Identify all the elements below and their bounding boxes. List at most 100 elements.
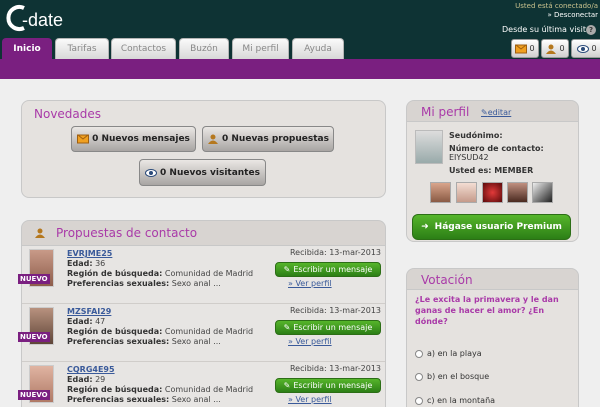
messages-counter[interactable]: 0 <box>511 39 539 58</box>
header: -date Usted está conectado/a » Desconect… <box>0 0 600 38</box>
age-label: Edad: <box>67 317 93 326</box>
write-message-button[interactable]: ✎ Escribir un mensaje <box>275 320 381 335</box>
contact-number-value: EIYSUD42 <box>449 153 489 162</box>
propuestas-title: Propuestas de contacto <box>56 226 198 240</box>
radio-button[interactable] <box>415 372 423 381</box>
messages-count: 0 <box>529 44 535 53</box>
gallery-photo[interactable] <box>430 182 451 203</box>
edit-label: editar <box>487 108 512 117</box>
visitors-count: 0 <box>591 44 597 53</box>
votacion-header: Votación <box>406 268 579 290</box>
poll-option[interactable]: c) en la montaña <box>415 396 495 405</box>
write-message-label: Escribir un mensaje <box>293 381 373 390</box>
new-proposals-button[interactable]: 0 Nuevas propuestas <box>202 126 334 152</box>
new-messages-button[interactable]: 0 Nuevos mensajes <box>71 126 196 152</box>
prefs-label: Preferencias sexuales: <box>67 337 170 346</box>
age-value: 47 <box>95 317 106 326</box>
purple-banner <box>0 59 600 79</box>
received-date: Recibida: 13-mar-2013 <box>289 248 381 257</box>
new-visitors-button[interactable]: 0 Nuevos visitantes <box>139 159 266 186</box>
received-date: Recibida: 13-mar-2013 <box>289 364 381 373</box>
gallery-photo[interactable] <box>532 182 553 203</box>
session-info: Usted está conectado/a » Desconectar <box>515 2 598 20</box>
perfil-header: Mi perfil ✎editar <box>406 100 579 122</box>
person-icon <box>208 134 218 144</box>
help-icon[interactable]: ? <box>586 25 596 35</box>
poll-option[interactable]: b) en el bosque <box>415 372 489 381</box>
nickname-link[interactable]: CQRG4E95 <box>67 365 115 374</box>
new-badge: NUEVO <box>18 332 50 342</box>
perfil-body: Seudónimo: Número de contacto: EIYSUD42 … <box>406 122 579 242</box>
option-label: a) en la playa <box>427 349 482 358</box>
new-badge: NUEVO <box>18 390 50 400</box>
nickname-link[interactable]: EVRJME25 <box>67 249 112 258</box>
new-proposals-label: 0 Nuevas propuestas <box>222 134 329 144</box>
propuestas-header: Propuestas de contacto <box>21 220 386 246</box>
prefs-label: Preferencias sexuales: <box>67 395 170 404</box>
visitors-counter[interactable]: 0 <box>571 39 600 58</box>
tab-buzon[interactable]: Buzón <box>179 38 229 59</box>
contact-number-label: Número de contacto: <box>449 144 544 153</box>
svg-text:-date: -date <box>22 10 63 30</box>
radio-button[interactable] <box>415 349 423 358</box>
perfil-title: Mi perfil <box>421 105 470 119</box>
tab-tarifas[interactable]: Tarifas <box>55 38 109 59</box>
proposals-counter[interactable]: 0 <box>541 39 569 58</box>
activity-counters: 0 0 0 <box>511 39 600 58</box>
eye-icon <box>145 168 158 177</box>
edit-profile-link[interactable]: ✎editar <box>481 108 511 117</box>
gallery-photo[interactable] <box>507 182 528 203</box>
premium-label: Hágase usuario Premium <box>434 222 562 232</box>
tab-ayuda[interactable]: Ayuda <box>292 38 344 59</box>
age-label: Edad: <box>67 375 93 384</box>
pencil-icon: ✎ <box>481 108 488 117</box>
region-value: Comunidad de Madrid <box>164 385 254 394</box>
radio-button[interactable] <box>415 396 423 405</box>
c-date-logo[interactable]: -date <box>2 2 86 34</box>
region-value: Comunidad de Madrid <box>164 327 254 336</box>
envelope-icon <box>77 134 90 144</box>
write-message-button[interactable]: ✎ Escribir un mensaje <box>275 378 381 393</box>
prefs-value: Sexo anal ... <box>171 395 221 404</box>
person-icon <box>546 44 557 54</box>
envelope-icon <box>515 44 528 53</box>
region-label: Región de búsqueda: <box>67 327 163 336</box>
write-message-label: Escribir un mensaje <box>293 323 373 332</box>
proposals-count: 0 <box>559 44 565 53</box>
gallery-photo[interactable] <box>482 182 503 203</box>
propuestas-list: NUEVO EVRJME25 Edad: 36 Región de búsque… <box>18 246 386 407</box>
prefs-value: Sexo anal ... <box>171 337 221 346</box>
view-profile-link[interactable]: » Ver perfil <box>288 395 332 404</box>
since-last-visit-label: Desde su última visita <box>502 25 591 34</box>
tab-inicio[interactable]: Inicio <box>2 38 52 60</box>
option-label: b) en el bosque <box>427 372 490 381</box>
votacion-body: ¿Le excita la primavera y le dan ganas d… <box>406 290 579 407</box>
premium-button[interactable]: ➜ Hágase usuario Premium <box>412 214 571 240</box>
gallery-photo[interactable] <box>456 182 477 203</box>
user-type: Usted es: MEMBER <box>449 166 534 175</box>
tab-mi-perfil[interactable]: Mi perfil <box>232 38 289 59</box>
write-message-button[interactable]: ✎ Escribir un mensaje <box>275 262 381 277</box>
eye-icon <box>577 44 590 53</box>
poll-option[interactable]: a) en la playa <box>415 349 482 358</box>
pencil-icon: ✎ <box>283 381 291 390</box>
votacion-title: Votación <box>421 273 473 287</box>
novedades-panel: Novedades 0 Nuevos mensajes 0 Nuevas pro… <box>21 100 386 198</box>
list-item: NUEVO EVRJME25 Edad: 36 Región de búsque… <box>18 246 385 304</box>
option-label: c) en la montaña <box>427 396 496 405</box>
view-profile-link[interactable]: » Ver perfil <box>288 337 332 346</box>
new-badge: NUEVO <box>18 274 50 284</box>
avatar[interactable] <box>415 130 443 164</box>
view-profile-link[interactable]: » Ver perfil <box>288 279 332 288</box>
main-tabs: Inicio Tarifas Contactos Buzón Mi perfil… <box>0 38 600 60</box>
new-visitors-label: 0 Nuevos visitantes <box>160 167 260 178</box>
list-item: NUEVO MZSFAI29 Edad: 47 Región de búsque… <box>18 304 385 362</box>
logout-link[interactable]: » Desconectar <box>515 11 599 20</box>
nickname-link[interactable]: MZSFAI29 <box>67 307 111 316</box>
person-icon <box>35 228 45 238</box>
prefs-value: Sexo anal ... <box>171 279 221 288</box>
nickname-label: Seudónimo: <box>449 131 503 140</box>
age-label: Edad: <box>67 259 93 268</box>
novedades-title: Novedades <box>34 107 102 121</box>
tab-contactos[interactable]: Contactos <box>111 38 176 59</box>
